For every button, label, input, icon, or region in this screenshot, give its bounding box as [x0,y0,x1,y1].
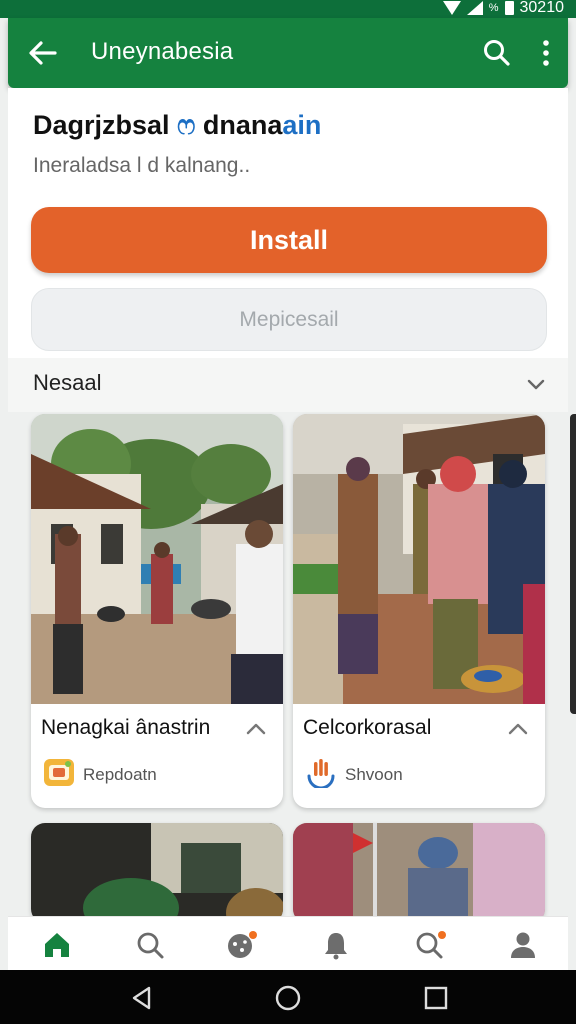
section-label: Nesaal [33,370,102,395]
next-card-peek[interactable] [570,414,576,714]
secondary-button[interactable]: Mepicesail [31,288,547,351]
app-subtitle: Ineraladsa l d kalnang.. [33,154,251,177]
chevron-up-icon[interactable] [245,720,267,738]
battery-percent: % [488,2,499,14]
games-badge [249,931,257,939]
bottom-navigation [8,916,568,971]
person-icon[interactable] [508,930,538,960]
card-title: Nenagkai ânastrin [41,716,211,739]
search-icon[interactable] [482,38,512,68]
content-card[interactable]: Celcorkorasal Shvoon [293,414,545,808]
app-detail-panel: Dagrjzbsal ෆ dnanaain Ineraladsa l d kal… [8,88,568,358]
discover-badge [438,931,446,939]
home-icon[interactable] [42,930,72,960]
install-button[interactable]: Install [31,207,547,273]
card-subtitle: Shvoon [345,765,403,784]
wifi-icon [442,1,461,15]
chevron-up-icon[interactable] [507,720,529,738]
battery-icon [504,1,514,15]
recents-square-icon[interactable] [422,984,450,1012]
folder-app-icon [44,759,74,786]
children-flags-photo [293,823,545,923]
app-name: Dagrjzbsal ෆ dnanaain [33,110,322,140]
village-street-photo [31,414,283,704]
back-triangle-icon[interactable] [128,984,156,1012]
section-header[interactable]: Nesaal [8,358,568,412]
app-bar: Uneynabesia [8,18,568,88]
women-market-photo [293,414,545,704]
chevron-down-icon[interactable] [526,374,546,394]
content-card[interactable] [31,823,283,923]
app-bar-title: Uneynabesia [91,38,234,65]
search-icon[interactable] [135,930,165,960]
content-card[interactable]: Nenagkai ânastrin Repdoatn [31,414,283,808]
system-navigation-bar [0,970,576,1024]
status-time: 30210 [519,0,565,16]
status-bar: % 30210 [0,0,576,18]
card-subtitle: Repdoatn [83,765,157,784]
more-options-icon[interactable] [538,38,554,68]
back-arrow-icon[interactable] [26,36,60,70]
signal-icon [466,1,483,15]
hand-app-icon [307,759,335,788]
content-card[interactable] [293,823,545,923]
home-circle-icon[interactable] [274,984,302,1012]
app-name-symbol: ෆ [177,110,196,140]
card-title: Celcorkorasal [303,716,432,739]
people-indoor-photo [31,823,283,923]
bell-icon[interactable] [321,930,351,960]
